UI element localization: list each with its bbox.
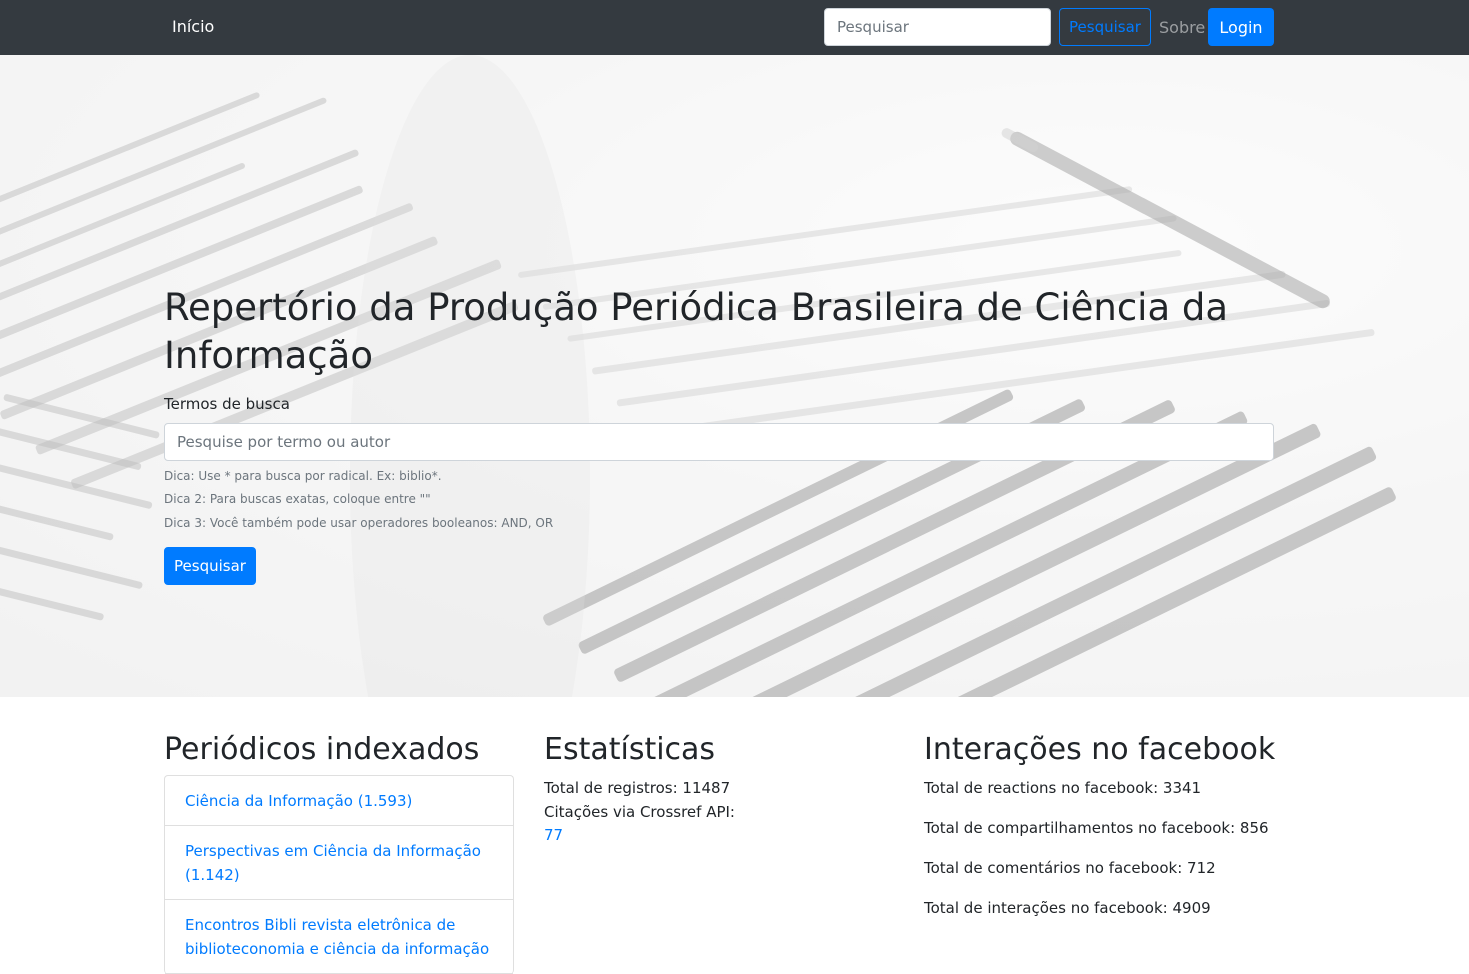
- facebook-interactions-text: Total de interações no facebook: 4909: [924, 899, 1211, 917]
- facebook-title: Interações no facebook: [924, 732, 1276, 767]
- citacoes-link[interactable]: 77: [544, 826, 563, 844]
- search-hint-1: Dica: Use * para busca por radical. Ex: …: [164, 469, 442, 483]
- nav-search-input[interactable]: [824, 8, 1051, 46]
- list-item: Perspectivas em Ciência da Informação (1…: [165, 826, 513, 900]
- hero-banner: Repertório da Produção Periódica Brasile…: [0, 55, 1469, 697]
- top-navbar: Início Pesquisar Sobre Login: [0, 0, 1469, 55]
- main-search-input[interactable]: [164, 423, 1274, 461]
- facebook-comments-text: Total de comentários no facebook: 712: [924, 859, 1216, 877]
- login-button[interactable]: Login: [1208, 8, 1274, 46]
- list-item: Encontros Bibli revista eletrônica de bi…: [165, 900, 513, 974]
- periodico-link[interactable]: Encontros Bibli revista eletrônica de bi…: [185, 916, 489, 958]
- total-registros-text: Total de registros: 11487: [544, 779, 731, 797]
- periodicos-list: Ciência da Informação (1.593) Perspectiv…: [164, 775, 514, 974]
- nav-home-link[interactable]: Início: [172, 17, 214, 36]
- main-search-button[interactable]: Pesquisar: [164, 547, 256, 585]
- nav-about-link[interactable]: Sobre: [1159, 18, 1205, 37]
- periodicos-title: Periódicos indexados: [164, 732, 480, 767]
- nav-search-button[interactable]: Pesquisar: [1059, 8, 1151, 46]
- search-hint-2: Dica 2: Para buscas exatas, coloque entr…: [164, 492, 431, 506]
- periodico-link[interactable]: Perspectivas em Ciência da Informação (1…: [185, 842, 481, 884]
- facebook-reactions-text: Total de reactions no facebook: 3341: [924, 779, 1202, 797]
- facebook-shares-text: Total de compartilhamentos no facebook: …: [924, 819, 1269, 837]
- page-title: Repertório da Produção Periódica Brasile…: [164, 286, 1229, 377]
- search-hint-3: Dica 3: Você também pode usar operadores…: [164, 516, 554, 530]
- periodico-link[interactable]: Ciência da Informação (1.593): [185, 792, 412, 810]
- citacoes-label: Citações via Crossref API:: [544, 803, 735, 821]
- list-item: Ciência da Informação (1.593): [165, 776, 513, 826]
- estatisticas-title: Estatísticas: [544, 732, 716, 767]
- search-terms-label: Termos de busca: [164, 395, 290, 413]
